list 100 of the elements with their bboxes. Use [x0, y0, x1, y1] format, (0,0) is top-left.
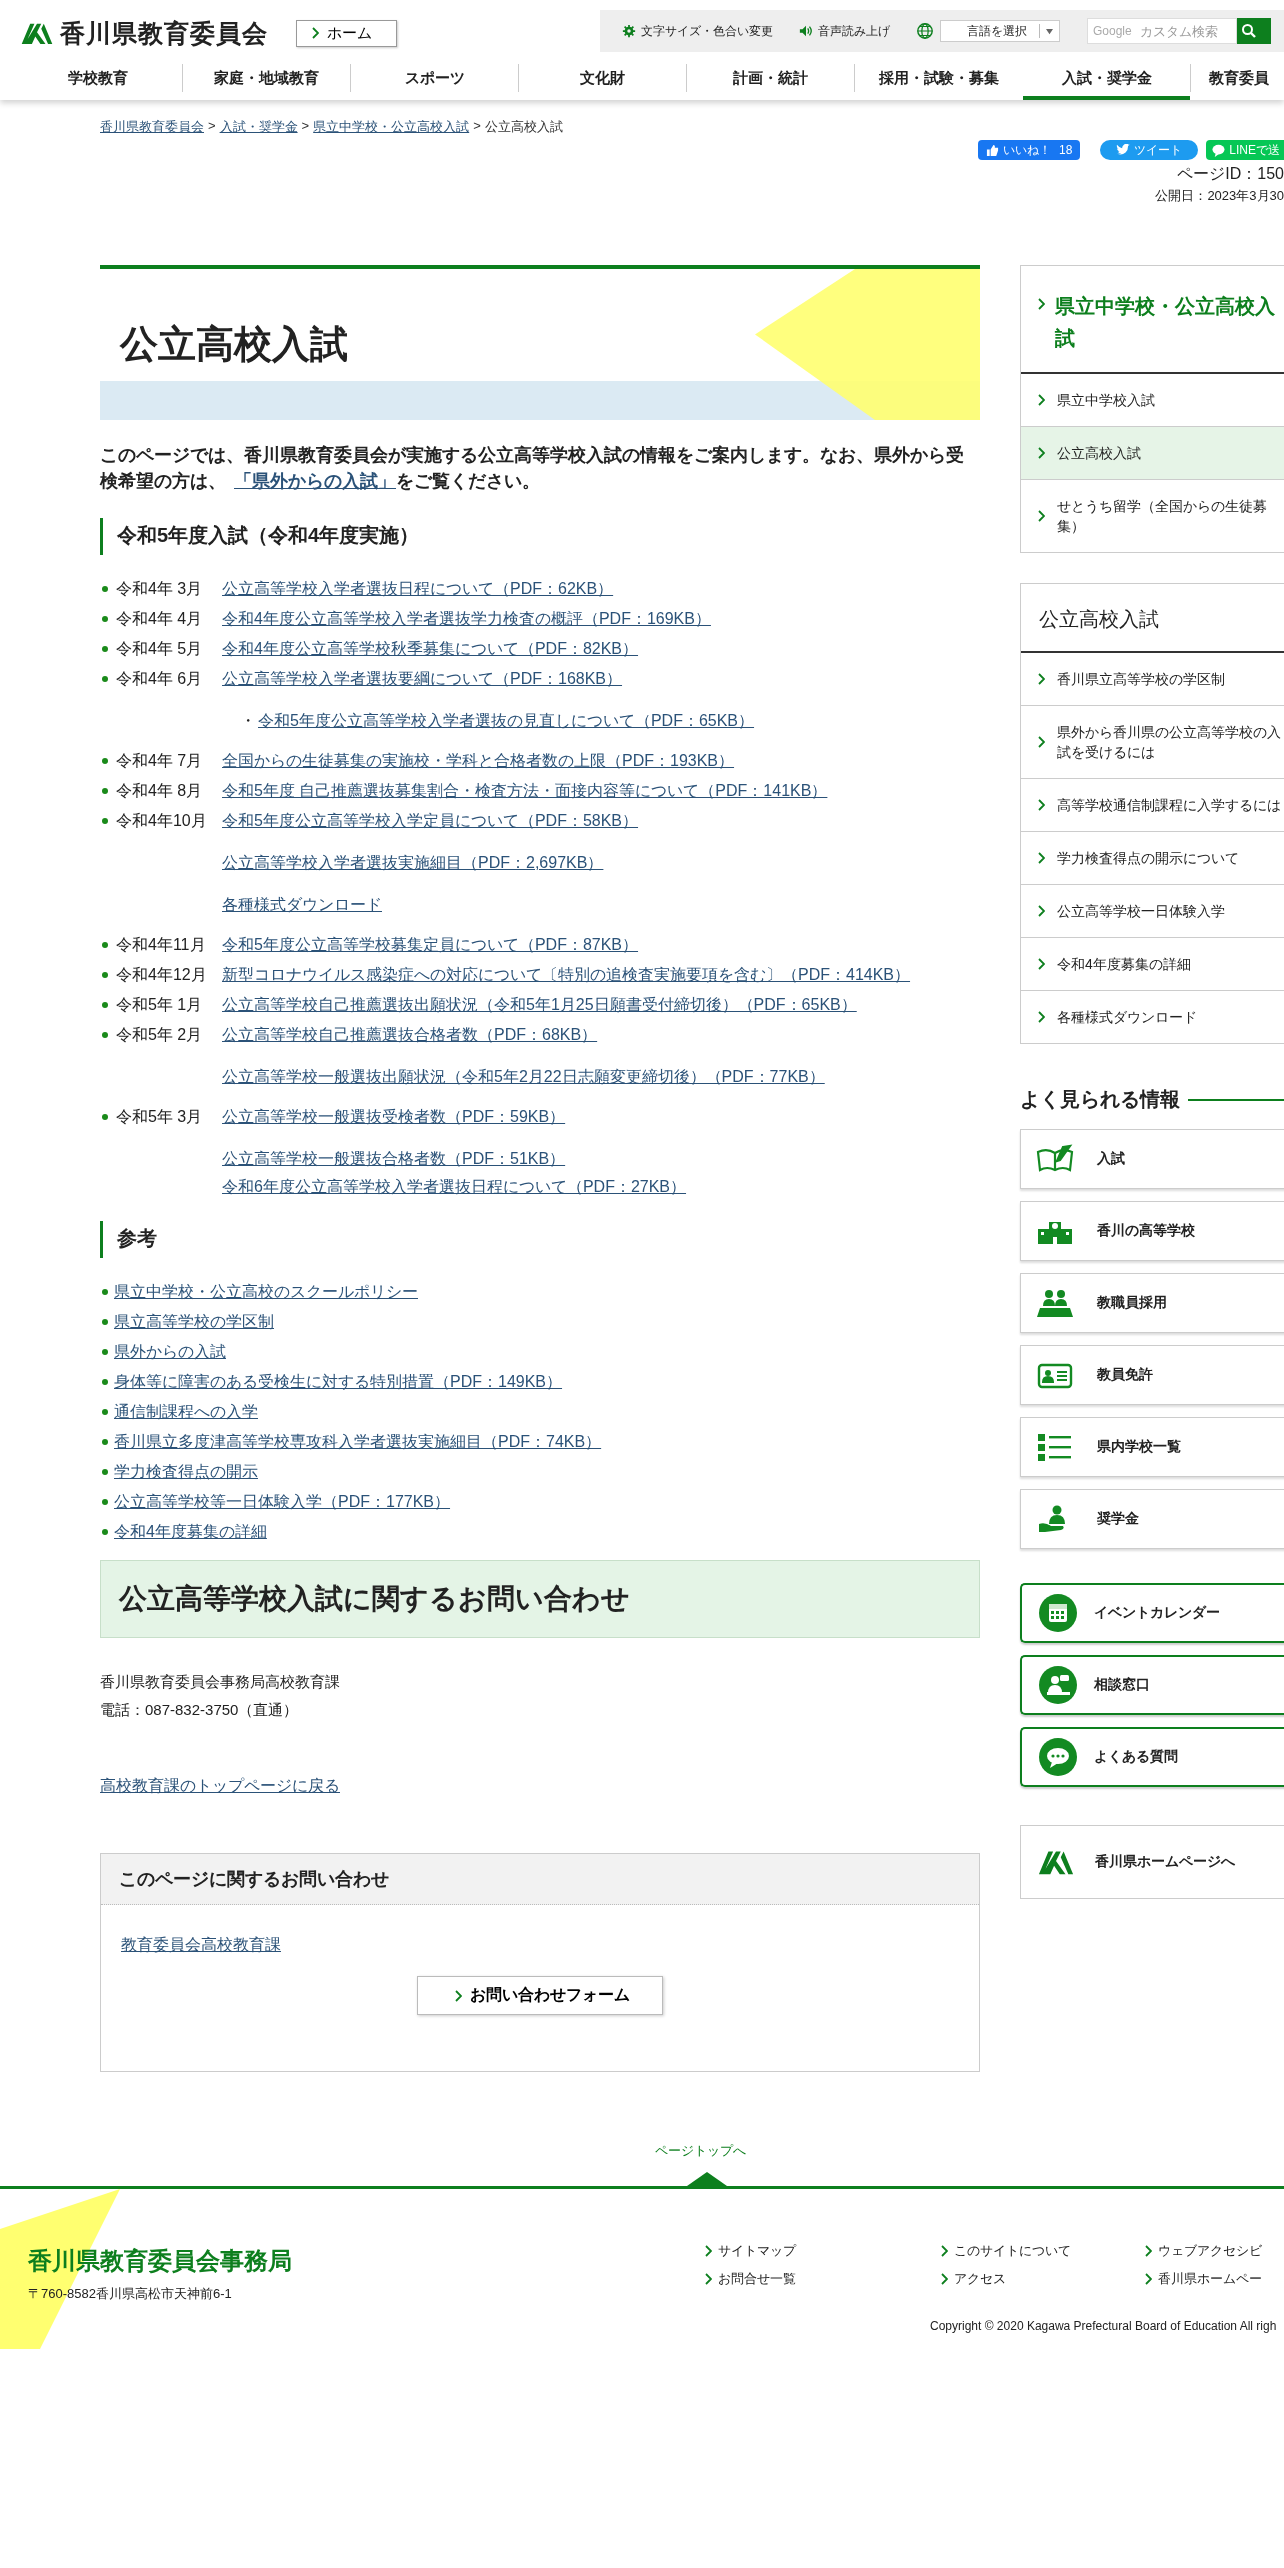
chevron-icon: [1144, 2273, 1152, 2285]
reference-link[interactable]: 令和4年度募集の詳細: [114, 1521, 267, 1543]
breadcrumb-link[interactable]: 入試・奨学金: [219, 118, 298, 136]
reference-link[interactable]: 県外からの入試: [114, 1341, 226, 1363]
menu-item[interactable]: 県立中学校入試: [1021, 374, 1284, 426]
service-link-card[interactable]: よくある質問: [1020, 1727, 1284, 1787]
popular-link-card[interactable]: 奨学金: [1020, 1489, 1284, 1549]
bullet-icon: [102, 758, 108, 764]
bird-icon: [1116, 144, 1131, 156]
document-link[interactable]: 各種様式ダウンロード: [222, 894, 382, 916]
reference-link[interactable]: 香川県立多度津高等学校専攻科入学者選抜実施細目（PDF：74KB）: [114, 1431, 602, 1453]
popular-link-card[interactable]: 教員免許: [1020, 1345, 1284, 1405]
chevron-icon: [311, 27, 319, 39]
page-title: 公立高校入試: [118, 322, 348, 367]
nav-tab[interactable]: 学校教育: [14, 64, 182, 92]
nav-tab[interactable]: 採用・試験・募集: [854, 64, 1022, 92]
bullet-icon: [102, 1289, 108, 1295]
site-logo-text[interactable]: 香川県教育委員会: [60, 16, 268, 50]
document-link[interactable]: 令和4年度公立高等学校秋季募集について（PDF：82KB）: [222, 638, 639, 660]
menu-item[interactable]: 高等学校通信制課程に入学するには: [1021, 778, 1284, 831]
footer-link[interactable]: お問合せ一覧: [704, 2265, 940, 2293]
document-link[interactable]: 公立高等学校一般選抜受検者数（PDF：59KB）: [222, 1106, 566, 1128]
nav-tab[interactable]: 家庭・地域教育: [182, 64, 350, 92]
page-top-link[interactable]: ページトップへ: [130, 2142, 1270, 2160]
document-link[interactable]: 公立高等学校一般選抜合格者数（PDF：51KB）: [222, 1148, 566, 1170]
document-link[interactable]: 公立高等学校入学者選抜要綱について（PDF：168KB）: [222, 668, 623, 690]
document-link[interactable]: 令和6年度公立高等学校入学者選抜日程について（PDF：27KB）: [222, 1176, 687, 1198]
document-link[interactable]: 令和5年度公立高等学校募集定員について（PDF：87KB）: [222, 934, 639, 956]
document-link[interactable]: 新型コロナウイルス感染症への対応について〔特別の追検査実施要項を含む〕（PDF：414KB）: [222, 964, 911, 986]
caret-icon: [1045, 27, 1054, 35]
menu-item[interactable]: 公立高等学校一日体験入学: [1021, 884, 1284, 937]
back-link[interactable]: 高校教育課のトップページに戻る: [100, 1776, 340, 1797]
menu-item[interactable]: 県外から香川県の公立高等学校の入試を受けるには: [1021, 705, 1284, 778]
bullet-icon: [102, 586, 108, 592]
reference-link[interactable]: 身体等に障害のある受検生に対する特別措置（PDF：149KB）: [114, 1371, 563, 1393]
footer-link[interactable]: 香川県ホームペー: [1144, 2265, 1274, 2293]
footer-link[interactable]: アクセス: [940, 2265, 1144, 2293]
calendar-icon: [1038, 1593, 1078, 1633]
document-link[interactable]: 全国からの生徒募集の実施校・学科と合格者数の上限（PDF：193KB）: [222, 750, 735, 772]
search-button[interactable]: [1237, 18, 1271, 44]
nav-tab[interactable]: 入試・奨学金: [1022, 64, 1190, 100]
reference-link[interactable]: 通信制課程への入学: [114, 1401, 258, 1423]
menu-item[interactable]: 令和4年度募集の詳細: [1021, 937, 1284, 990]
document-link[interactable]: 令和4年度公立高等学校入学者選抜学力検査の概評（PDF：169KB）: [222, 608, 711, 630]
prefecture-home-card[interactable]: 香川県ホームページへ: [1020, 1825, 1284, 1899]
menu-item[interactable]: せとうち留学（全国からの生徒募集）: [1021, 479, 1284, 552]
menu-item[interactable]: 公立高校入試: [1021, 426, 1284, 479]
chevron-icon: [704, 2273, 712, 2285]
home-button[interactable]: ホーム: [296, 19, 397, 47]
breadcrumb-link[interactable]: 香川県教育委員会: [100, 118, 204, 136]
popular-link-card[interactable]: 教職員採用: [1020, 1273, 1284, 1333]
footer-link[interactable]: サイトマップ: [704, 2237, 940, 2265]
bullet-icon: [102, 1319, 108, 1325]
popular-link-card[interactable]: 県内学校一覧: [1020, 1417, 1284, 1477]
schedule-date: 令和4年 7月: [116, 750, 204, 771]
reference-link[interactable]: 県立中学校・公立高校のスクールポリシー: [114, 1281, 418, 1303]
contact-text: 香川県教育委員会事務局高校教育課: [100, 1672, 341, 1692]
document-link[interactable]: 公立高等学校入学者選抜実施細目（PDF：2,697KB）: [222, 852, 604, 874]
nav-tab[interactable]: スポーツ: [350, 64, 518, 92]
inquiry-form-button[interactable]: お問い合わせフォーム: [417, 1976, 663, 2015]
intro-paragraph: このページでは、香川県教育委員会が実施する公立高等学校入試の情報をご案内します。なお、県外から受検希望の方は、 「県外からの入試」をご覧ください。: [100, 444, 965, 493]
page-top-arrow-icon[interactable]: [687, 2172, 727, 2186]
service-link-card[interactable]: 相談窓口: [1020, 1655, 1284, 1715]
section-heading: 令和5年度入試（令和4年度実施）: [100, 518, 980, 555]
service-link-card[interactable]: イベントカレンダー: [1020, 1583, 1284, 1643]
menu-item[interactable]: 香川県立高等学校の学区制: [1021, 653, 1284, 705]
document-link[interactable]: 公立高等学校自己推薦選抜出願状況（令和5年1月25日願書受付締切後）（PDF：65KB）: [222, 994, 857, 1016]
speaker-icon: [799, 24, 813, 38]
nav-tab[interactable]: 計画・統計: [686, 64, 854, 92]
like-button[interactable]: いいね！ 18: [977, 140, 1081, 160]
document-link[interactable]: 令和5年度 自己推薦選抜募集割合・検査方法・面接内容等について（PDF：141KB）: [222, 780, 828, 802]
breadcrumb-link[interactable]: 県立中学校・公立高校入試: [313, 118, 470, 136]
tool-link[interactable]: 音声読み上げ: [799, 22, 890, 40]
nav-tab[interactable]: 教育委員: [1190, 64, 1270, 92]
reference-link[interactable]: 学力検査得点の開示: [114, 1461, 258, 1483]
document-link[interactable]: 令和5年度公立高等学校入学者選抜の見直しについて（PDF：65KB）: [258, 710, 755, 732]
footer-link[interactable]: このサイトについて: [940, 2237, 1144, 2265]
document-link[interactable]: 公立高等学校入学者選抜日程について（PDF：62KB）: [222, 578, 614, 600]
tool-link[interactable]: 文字サイズ・色合い変更: [622, 22, 773, 40]
bullet-icon: [102, 616, 108, 622]
search-brand: Google: [1093, 24, 1132, 38]
reference-link[interactable]: 県立高等学校の学区制: [114, 1311, 274, 1333]
popular-link-card[interactable]: 入試: [1020, 1129, 1284, 1189]
chevron-icon: [1037, 298, 1045, 310]
menu-title[interactable]: 県立中学校・公立高校入試: [1055, 290, 1284, 354]
chevron-icon: [1037, 905, 1045, 917]
menu-item[interactable]: 各種様式ダウンロード: [1021, 990, 1284, 1043]
reference-link[interactable]: 公立高等学校等一日体験入学（PDF：177KB）: [114, 1491, 451, 1513]
bullet-icon: [102, 1379, 108, 1385]
bullet-icon: [102, 942, 108, 948]
footer-link[interactable]: ウェブアクセシビ: [1144, 2237, 1274, 2265]
document-link[interactable]: 公立高等学校自己推薦選抜合格者数（PDF：68KB）: [222, 1024, 598, 1046]
nav-tab[interactable]: 文化財: [518, 64, 686, 92]
menu-item[interactable]: 学力検査得点の開示について: [1021, 831, 1284, 884]
intro-link[interactable]: 「県外からの入試」: [234, 471, 396, 491]
document-link[interactable]: 公立高等学校一般選抜出願状況（令和5年2月22日志願変更締切後）（PDF：77KB）: [222, 1066, 825, 1088]
language-select[interactable]: 言語を選択: [940, 20, 1060, 42]
popular-link-card[interactable]: 香川の高等学校: [1020, 1201, 1284, 1261]
department-link[interactable]: 教育委員会高校教育課: [121, 1935, 281, 1956]
document-link[interactable]: 令和5年度公立高等学校入学定員について（PDF：58KB）: [222, 810, 639, 832]
